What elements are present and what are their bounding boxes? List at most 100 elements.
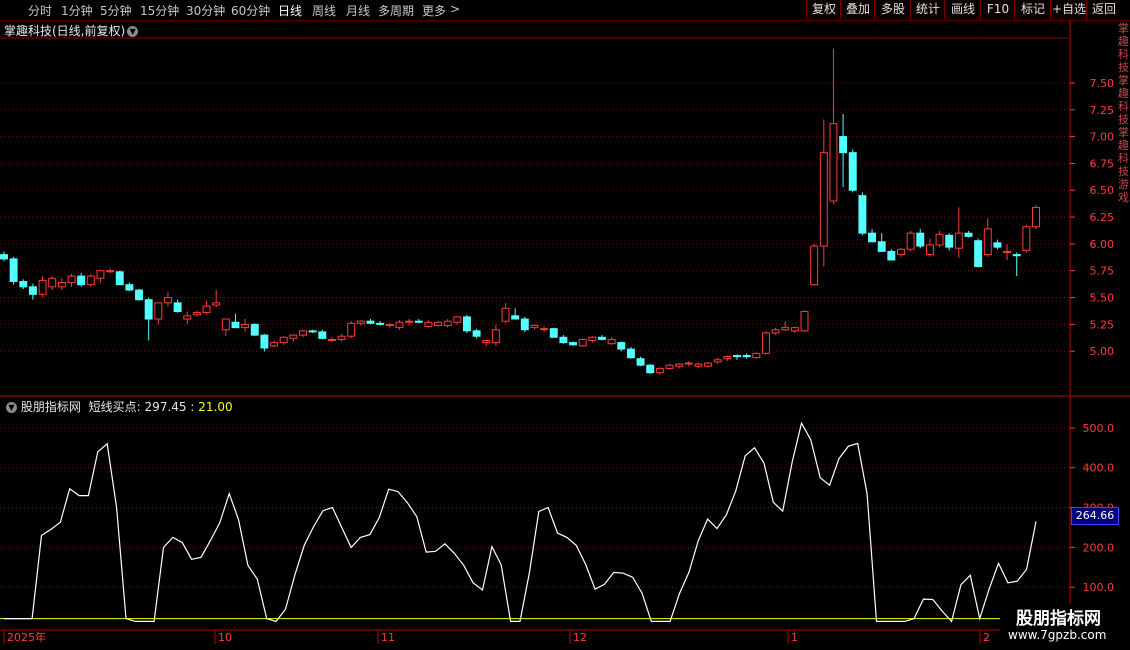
candle-body: [501, 307, 510, 322]
candle-body: [115, 271, 124, 286]
candle-body: [559, 336, 568, 344]
candle-body: [993, 242, 1002, 248]
candle-body: [925, 244, 934, 256]
candle-body: [57, 282, 66, 288]
candle-body: [598, 336, 606, 340]
candle-body: [308, 330, 317, 333]
main-tick-label: 6.25: [1090, 211, 1115, 224]
candle-body: [279, 336, 288, 344]
current-value-label: 264.66: [1071, 507, 1119, 525]
candle-body: [646, 364, 655, 374]
candle-body: [810, 245, 819, 286]
candle-body: [443, 320, 452, 326]
candle-body: [636, 358, 645, 366]
candle-body: [202, 305, 211, 314]
candle-body: [472, 330, 481, 337]
candle-body: [617, 342, 626, 350]
candle-body: [424, 321, 433, 328]
candle-body: [221, 318, 230, 331]
time-axis-label: 2025年: [7, 630, 46, 644]
candle-body: [974, 240, 983, 267]
candle-body: [347, 322, 356, 337]
candle-body: [366, 320, 375, 324]
candle-body: [1012, 254, 1021, 257]
candle-body: [9, 258, 18, 282]
candle-body: [964, 232, 973, 237]
candle-body: [540, 328, 549, 331]
main-tick-label: 6.75: [1090, 157, 1115, 170]
candle-body: [86, 275, 95, 286]
candle-body: [385, 323, 394, 326]
candle-body: [106, 270, 115, 273]
candle-body: [163, 297, 172, 304]
candle-body: [742, 355, 751, 358]
candle-body: [96, 270, 105, 279]
candle-body: [173, 302, 182, 313]
candle-body: [376, 322, 385, 325]
candle-body: [434, 321, 442, 326]
candle-body: [829, 123, 838, 202]
main-tick-label: 5.25: [1090, 318, 1115, 331]
candle-body: [491, 329, 500, 344]
sub-tick-label: 100.0: [1083, 581, 1115, 594]
candle-body: [983, 228, 992, 256]
candle-body: [511, 315, 520, 320]
candle-body: [800, 311, 809, 332]
time-axis-label: 12: [573, 631, 587, 644]
candle-body: [896, 248, 905, 256]
candle-body: [356, 320, 365, 324]
candle-body: [318, 331, 327, 339]
main-tick-label: 6.50: [1090, 184, 1115, 197]
time-axis-label: 11: [381, 631, 395, 644]
candle-body: [462, 316, 471, 332]
side-info-column: 掌趣科技掌趣科技掌趣科技游戏: [1118, 22, 1129, 204]
main-tick-label: 5.00: [1090, 345, 1115, 358]
candle-body: [733, 355, 741, 358]
candle-body: [704, 362, 713, 367]
candle-body: [270, 342, 279, 347]
candle-body: [135, 289, 144, 301]
candle-body: [887, 250, 896, 261]
candle-body: [67, 275, 76, 284]
candle-body: [1022, 226, 1031, 251]
candle-body: [935, 233, 944, 246]
candle-body: [752, 352, 761, 359]
candle-body: [520, 318, 529, 331]
candle-body: [877, 241, 886, 252]
chart-canvas[interactable]: 5.00 5.25 5.50 5.75 6.00 6.25 6.50 6.75 7.00 7.25…: [0, 0, 1130, 650]
watermark-title: 股朋指标网: [1016, 609, 1101, 629]
time-axis-label: 10: [218, 631, 232, 644]
candle-body: [154, 302, 163, 320]
candle-body: [289, 334, 298, 339]
candle-body: [1003, 250, 1012, 253]
candle-body: [694, 363, 703, 367]
candle-body: [250, 323, 259, 336]
main-tick-label: 5.75: [1090, 265, 1115, 278]
candle-body: [665, 364, 674, 369]
candle-body: [626, 348, 635, 359]
candle-body: [578, 338, 587, 347]
candle-body: [231, 321, 240, 329]
time-axis-label: 2: [983, 631, 990, 644]
candle-body: [125, 284, 134, 291]
indicator-line: [4, 421, 1037, 623]
sub-tick-label: 200.0: [1083, 541, 1115, 554]
candle-body: [819, 152, 828, 247]
candle-body: [607, 338, 616, 345]
sub-tick-label: 400.0: [1083, 462, 1115, 475]
candle-body: [38, 279, 47, 295]
candle-body: [337, 335, 346, 340]
candle-body: [260, 334, 269, 349]
candle-body: [588, 336, 597, 341]
candle-body: [858, 195, 867, 234]
candle-body: [0, 254, 8, 260]
candle-body: [906, 232, 915, 250]
candle-body: [453, 316, 462, 323]
candle-body: [569, 342, 578, 346]
time-axis-label: 1: [791, 631, 798, 644]
candle-body: [781, 327, 790, 331]
candle-body: [395, 321, 404, 329]
candle-body: [212, 302, 221, 306]
candle-body: [655, 367, 664, 374]
candle-body: [675, 363, 684, 367]
